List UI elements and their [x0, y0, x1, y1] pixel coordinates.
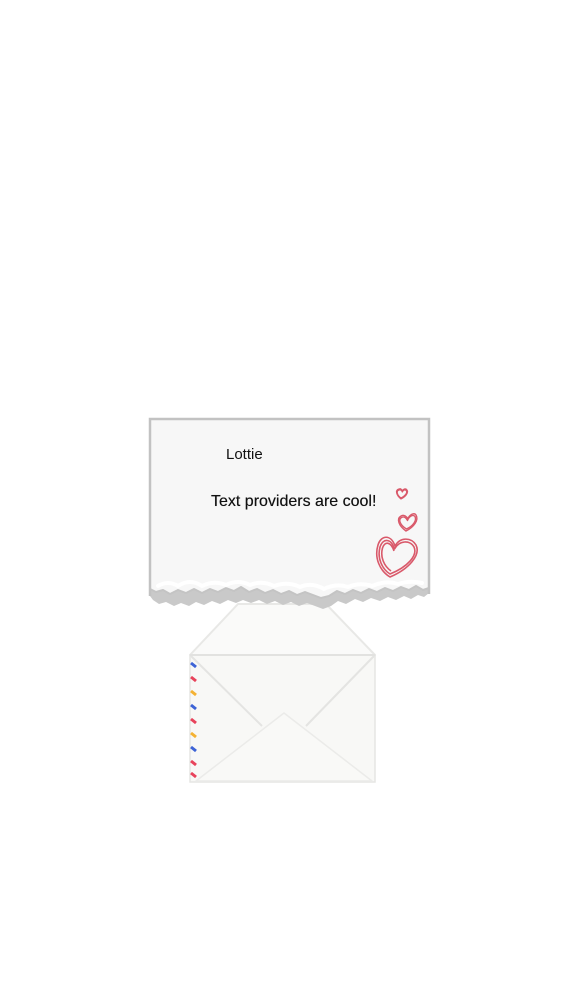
- letter-title: Lottie: [226, 446, 263, 463]
- envelope-icon: [189, 603, 376, 783]
- hearts-decoration: [375, 488, 418, 578]
- heart-icon: [397, 513, 418, 532]
- heart-icon: [395, 488, 409, 500]
- heart-icon: [375, 536, 418, 578]
- letter-message: Text providers are cool!: [211, 493, 377, 510]
- animation-stage: Lottie Text providers are cool!: [0, 0, 563, 1000]
